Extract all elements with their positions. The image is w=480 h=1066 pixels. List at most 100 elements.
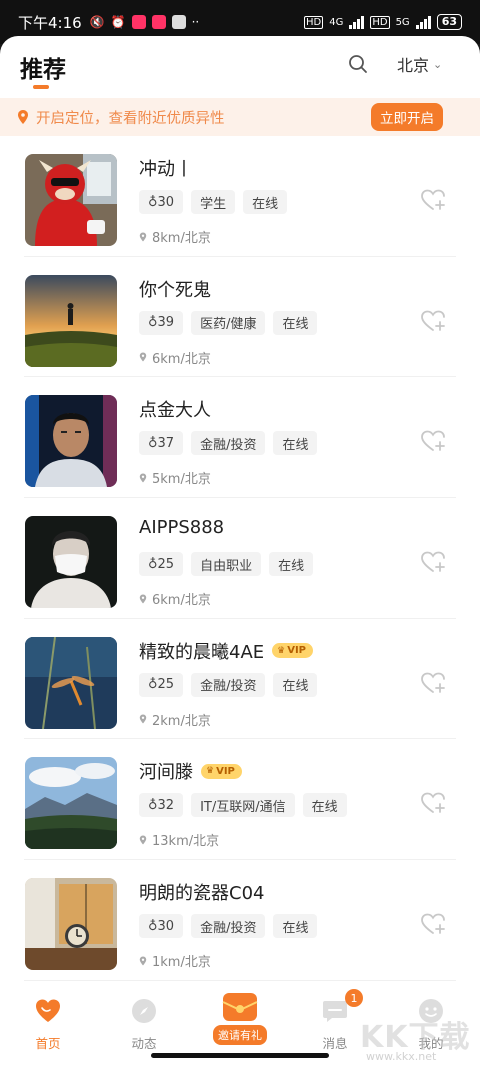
like-heart-icon[interactable] <box>420 188 446 212</box>
vip-badge: ♛ VIP <box>201 763 242 779</box>
profile-tag: 金融/投资 <box>191 914 266 939</box>
page-title[interactable]: 推荐 <box>20 50 66 84</box>
user-card[interactable]: 精致的晨曦4AE ♛ VIP ♁ 25 金融/投资 在线 2km/北京 <box>0 619 480 740</box>
vip-label: VIP <box>287 645 307 657</box>
user-avatar[interactable] <box>25 395 117 488</box>
user-name: 你个死鬼 <box>139 279 211 301</box>
age-value: 25 <box>157 556 175 572</box>
profile-tag: 在线 <box>269 552 314 577</box>
user-avatar[interactable] <box>25 154 117 246</box>
tab-mine[interactable]: 我的 <box>401 997 461 1052</box>
invite-button[interactable]: 邀请有礼 <box>212 990 268 1045</box>
hd-icon: HD <box>370 15 390 29</box>
location-banner-text: 开启定位，查看附近优质异性 <box>36 110 225 127</box>
user-location: 8km/北京 <box>139 227 211 246</box>
age-value: 37 <box>157 435 175 451</box>
profile-tag: 在线 <box>273 672 318 697</box>
location-pin-icon <box>139 835 147 845</box>
avatar-photo <box>25 757 117 850</box>
age-value: 30 <box>157 194 175 210</box>
home-indicator[interactable] <box>151 1053 329 1058</box>
tab-mine-label: 我的 <box>418 1036 444 1051</box>
user-card[interactable]: 你个死鬼 ♁ 39 医药/健康 在线 6km/北京 <box>0 257 480 378</box>
tab-home[interactable]: 首页 <box>18 997 78 1052</box>
user-distance: 5km/北京 <box>152 472 211 488</box>
crown-icon: ♛ <box>206 766 215 777</box>
profile-icon <box>419 999 443 1023</box>
app-notification-icon <box>131 15 146 29</box>
tab-moments[interactable]: 动态 <box>114 997 174 1052</box>
user-tags: ♁ 25 金融/投资 在线 <box>139 672 318 697</box>
user-name-line: 精致的晨曦4AE ♛ VIP <box>139 638 314 664</box>
profile-tag: 在线 <box>273 914 318 939</box>
like-heart-icon[interactable] <box>420 791 446 815</box>
age-value: 30 <box>157 918 175 934</box>
user-location: 2km/北京 <box>139 710 211 729</box>
user-card[interactable]: 明朗的瓷器C04 ♁ 30 金融/投资 在线 1km/北京 <box>0 860 480 981</box>
profile-tag: 金融/投资 <box>191 672 266 697</box>
age-tag: ♁ 37 <box>139 431 184 456</box>
user-tags: ♁ 25 自由职业 在线 <box>139 552 314 577</box>
user-avatar[interactable] <box>25 636 117 729</box>
age-value: 39 <box>157 315 175 331</box>
user-avatar[interactable] <box>25 274 117 367</box>
profile-tag: 学生 <box>191 190 236 214</box>
gift-envelope-icon <box>222 993 258 1021</box>
status-notification-icons: 🔇 ⏰ ·· <box>90 15 200 29</box>
user-distance: 2km/北京 <box>152 713 211 729</box>
user-avatar[interactable] <box>25 516 117 609</box>
user-name: 点金大人 <box>139 400 211 422</box>
crown-icon: ♛ <box>277 645 286 656</box>
user-name: 明朗的瓷器C04 <box>139 883 265 905</box>
like-heart-icon[interactable] <box>420 550 446 574</box>
age-tag: ♁ 30 <box>139 914 184 939</box>
location-banner: 开启定位，查看附近优质异性 立即开启 <box>0 98 480 136</box>
user-name: 冲动丨 <box>139 159 193 180</box>
user-distance: 1km/北京 <box>152 955 211 971</box>
age-tag: ♁ 30 <box>139 190 184 214</box>
city-selector[interactable]: 北京 ⌄ <box>397 52 442 76</box>
home-heart-icon <box>36 999 60 1022</box>
location-pin-icon <box>139 352 147 362</box>
location-pin-icon <box>18 110 28 124</box>
more-notifications-icon: ·· <box>191 15 200 29</box>
age-tag: ♁ 25 <box>139 672 184 697</box>
user-card[interactable]: 河间滕 ♛ VIP ♁ 32 IT/互联网/通信 在线 13km/北京 <box>0 739 480 861</box>
like-heart-icon[interactable] <box>420 309 446 333</box>
user-tags: ♁ 30 金融/投资 在线 <box>139 914 318 939</box>
like-heart-icon[interactable] <box>420 429 446 453</box>
location-pin-icon <box>139 594 147 604</box>
profile-tag: 医药/健康 <box>191 310 266 335</box>
age-value: 32 <box>157 797 175 813</box>
messages-unread-badge: 1 <box>345 989 363 1007</box>
user-distance: 8km/北京 <box>152 231 211 246</box>
enable-location-button[interactable]: 立即开启 <box>371 103 443 131</box>
user-name: AIPPS888 <box>139 517 225 539</box>
like-heart-icon[interactable] <box>420 912 446 936</box>
user-card[interactable]: 冲动丨 ♁ 30 学生 在线 8km/北京 <box>0 136 480 257</box>
user-avatar[interactable] <box>25 878 117 971</box>
tab-moments-label: 动态 <box>131 1036 157 1051</box>
vip-label: VIP <box>216 765 235 777</box>
header: 推荐 北京 ⌄ <box>0 36 480 98</box>
search-icon[interactable] <box>348 54 368 74</box>
age-value: 25 <box>157 677 175 693</box>
user-list: 冲动丨 ♁ 30 学生 在线 8km/北京 你个死鬼 ♁ 39 医药/健康 在线 6km/北京 点金大人… <box>0 136 480 981</box>
like-heart-icon[interactable] <box>420 671 446 695</box>
user-card[interactable]: 点金大人 ♁ 37 金融/投资 在线 5km/北京 <box>0 377 480 499</box>
hd-icon: HD <box>303 15 324 29</box>
user-avatar[interactable] <box>25 757 117 850</box>
user-name: 精致的晨曦4AE <box>139 641 265 663</box>
user-tags: ♁ 30 学生 在线 <box>139 190 288 214</box>
avatar-photo <box>25 154 117 246</box>
user-location: 6km/北京 <box>139 589 211 608</box>
invite-label: 邀请有礼 <box>213 1025 267 1045</box>
user-tags: ♁ 37 金融/投资 在线 <box>139 431 318 456</box>
signal-icon <box>415 15 431 29</box>
user-name-line: 河间滕 ♛ VIP <box>139 758 242 784</box>
tab-home-label: 首页 <box>35 1036 61 1051</box>
avatar-photo <box>25 516 117 609</box>
tab-messages-label: 消息 <box>322 1036 348 1051</box>
user-location: 1km/北京 <box>139 951 211 970</box>
user-card[interactable]: AIPPS888 ♁ 25 自由职业 在线 6km/北京 <box>0 498 480 619</box>
